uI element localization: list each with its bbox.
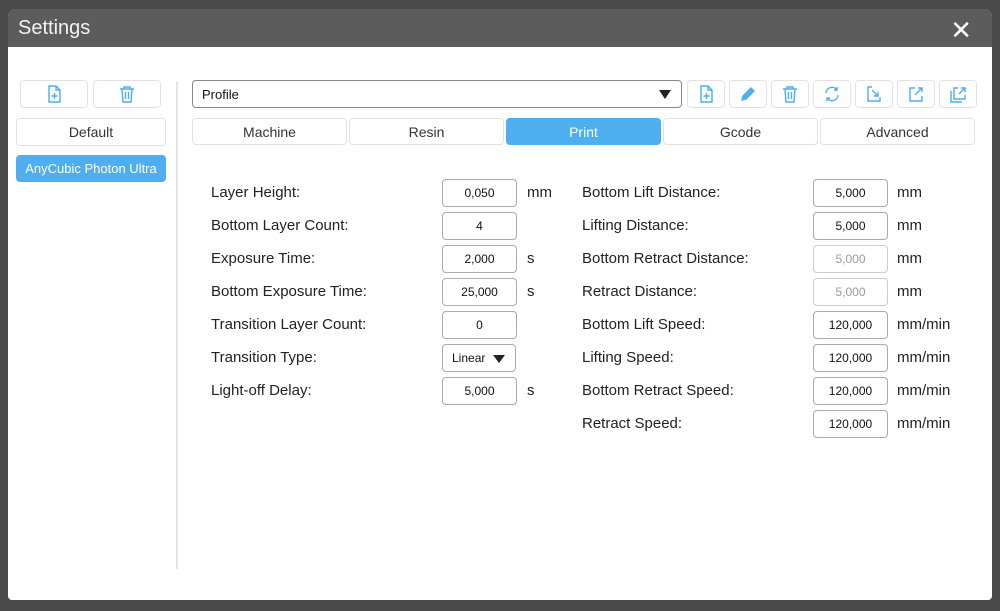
bottom-lift-speed-unit: mm/min xyxy=(897,316,951,333)
retract-distance-unit: mm xyxy=(897,283,922,300)
trash-icon xyxy=(783,86,797,103)
bottom-lift-speed-input[interactable]: 120,000 xyxy=(813,311,888,339)
select-value: Linear xyxy=(452,351,486,365)
tab-label: Resin xyxy=(408,123,445,140)
new-file-icon xyxy=(48,85,61,103)
retract-speed-input[interactable]: 120,000 xyxy=(813,410,888,438)
exposure-time-unit: s xyxy=(527,250,535,267)
transition-layer-count-label: Transition Layer Count: xyxy=(211,316,367,333)
layer-height-input[interactable]: 0,050 xyxy=(442,179,517,207)
profile-item-default[interactable]: Default xyxy=(16,118,166,146)
export-button[interactable] xyxy=(897,80,935,108)
profile-dropdown[interactable]: Profile xyxy=(192,80,682,108)
bottom-lift-distance-input[interactable]: 5,000 xyxy=(813,179,888,207)
export-icon xyxy=(909,87,923,102)
chevron-down-icon xyxy=(493,355,505,363)
tab-label: Advanced xyxy=(866,123,929,140)
retract-speed-unit: mm/min xyxy=(897,415,951,432)
bottom-retract-speed-label: Bottom Retract Speed: xyxy=(582,382,734,399)
bottom-layer-count-label: Bottom Layer Count: xyxy=(211,217,349,234)
tab-machine[interactable]: Machine xyxy=(192,118,347,145)
lifting-speed-input[interactable]: 120,000 xyxy=(813,344,888,372)
refresh-button[interactable] xyxy=(813,80,851,108)
light-off-delay-unit: s xyxy=(527,382,535,399)
window-title: Settings xyxy=(18,17,91,39)
delete-profile-button[interactable] xyxy=(93,80,161,108)
bottom-retract-distance-input: 5,000 xyxy=(813,245,888,273)
transition-type-label: Transition Type: xyxy=(211,349,317,366)
sidebar-divider xyxy=(176,81,178,569)
tab-label: Machine xyxy=(243,123,296,140)
bottom-retract-speed-unit: mm/min xyxy=(897,382,951,399)
lifting-distance-input[interactable]: 5,000 xyxy=(813,212,888,240)
retract-distance-input: 5,000 xyxy=(813,278,888,306)
trash-button[interactable] xyxy=(771,80,809,108)
profile-label: Default xyxy=(68,124,114,140)
chevron-down-icon xyxy=(659,90,671,99)
bottom-retract-speed-input[interactable]: 120,000 xyxy=(813,377,888,405)
lifting-speed-label: Lifting Speed: xyxy=(582,349,674,366)
profile-dropdown-value: Profile xyxy=(202,87,239,102)
trash-icon xyxy=(120,86,134,103)
bottom-lift-distance-unit: mm xyxy=(897,184,922,201)
import-button[interactable] xyxy=(855,80,893,108)
close-icon[interactable]: ✕ xyxy=(950,15,972,46)
retract-speed-label: Retract Speed: xyxy=(582,415,683,432)
light-off-delay-label: Light-off Delay: xyxy=(211,382,312,399)
layer-height-unit: mm xyxy=(527,184,552,201)
export-all-button[interactable] xyxy=(939,80,977,108)
lifting-distance-label: Lifting Distance: xyxy=(582,217,689,234)
exposure-time-input[interactable]: 2,000 xyxy=(442,245,517,273)
bottom-exposure-time-input[interactable]: 25,000 xyxy=(442,278,517,306)
bottom-layer-count-input[interactable]: 4 xyxy=(442,212,517,240)
tab-print[interactable]: Print xyxy=(506,118,661,145)
transition-layer-count-input[interactable]: 0 xyxy=(442,311,517,339)
transition-type-select[interactable]: Linear xyxy=(442,344,516,372)
tab-advanced[interactable]: Advanced xyxy=(820,118,975,145)
import-icon xyxy=(867,86,881,102)
title-bar: Settings xyxy=(8,9,992,47)
bottom-retract-distance-label: Bottom Retract Distance: xyxy=(582,250,749,267)
new-file-icon xyxy=(700,85,713,103)
new-file-button[interactable] xyxy=(687,80,725,108)
retract-distance-label: Retract Distance: xyxy=(582,283,698,300)
refresh-icon xyxy=(825,86,839,102)
lifting-speed-unit: mm/min xyxy=(897,349,951,366)
bottom-lift-speed-label: Bottom Lift Speed: xyxy=(582,316,706,333)
tab-label: Print xyxy=(569,123,598,140)
export-all-icon xyxy=(950,87,966,103)
profile-label: AnyCubic Photon Ultra xyxy=(25,161,157,176)
add-profile-button[interactable] xyxy=(20,80,88,108)
pencil-icon xyxy=(741,87,755,101)
bottom-exposure-time-label: Bottom Exposure Time: xyxy=(211,283,367,300)
bottom-lift-distance-label: Bottom Lift Distance: xyxy=(582,184,721,201)
tab-gcode[interactable]: Gcode xyxy=(663,118,818,145)
tab-resin[interactable]: Resin xyxy=(349,118,504,145)
profile-item-anycubic[interactable]: AnyCubic Photon Ultra xyxy=(16,155,166,182)
pencil-button[interactable] xyxy=(729,80,767,108)
bottom-retract-distance-unit: mm xyxy=(897,250,922,267)
layer-height-label: Layer Height: xyxy=(211,184,301,201)
bottom-exposure-time-unit: s xyxy=(527,283,535,300)
tab-label: Gcode xyxy=(719,123,762,140)
lifting-distance-unit: mm xyxy=(897,217,922,234)
light-off-delay-input[interactable]: 5,000 xyxy=(442,377,517,405)
settings-dialog: Settings ✕ Default AnyCubic Photon Ultra… xyxy=(8,9,992,600)
exposure-time-label: Exposure Time: xyxy=(211,250,316,267)
